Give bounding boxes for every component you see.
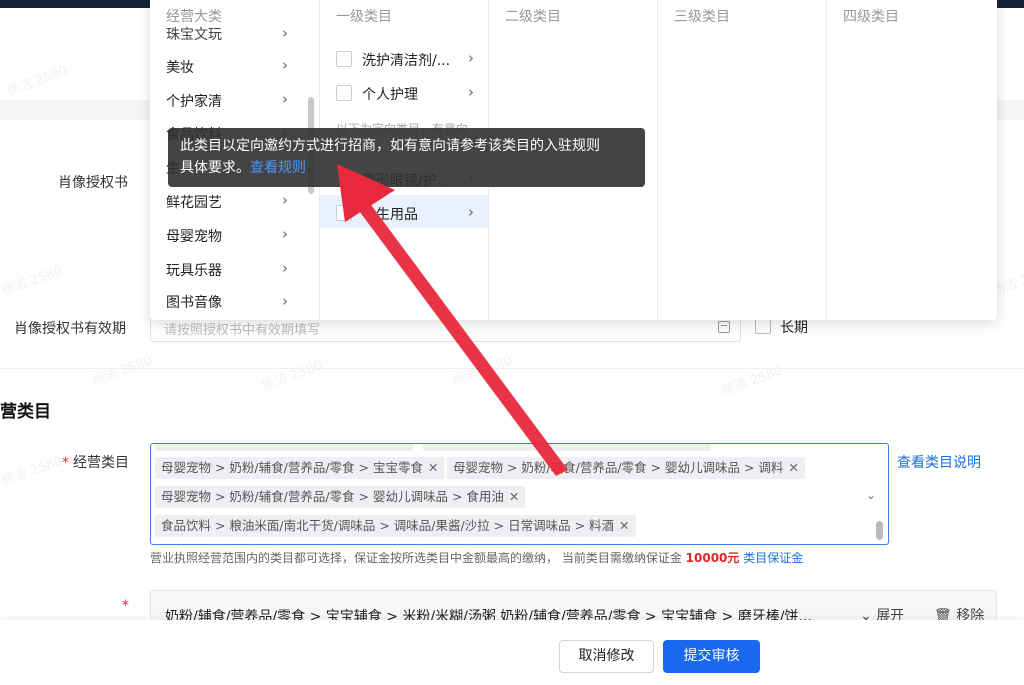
- annotation-arrow: [337, 164, 568, 476]
- arrow-shaft: [348, 190, 568, 476]
